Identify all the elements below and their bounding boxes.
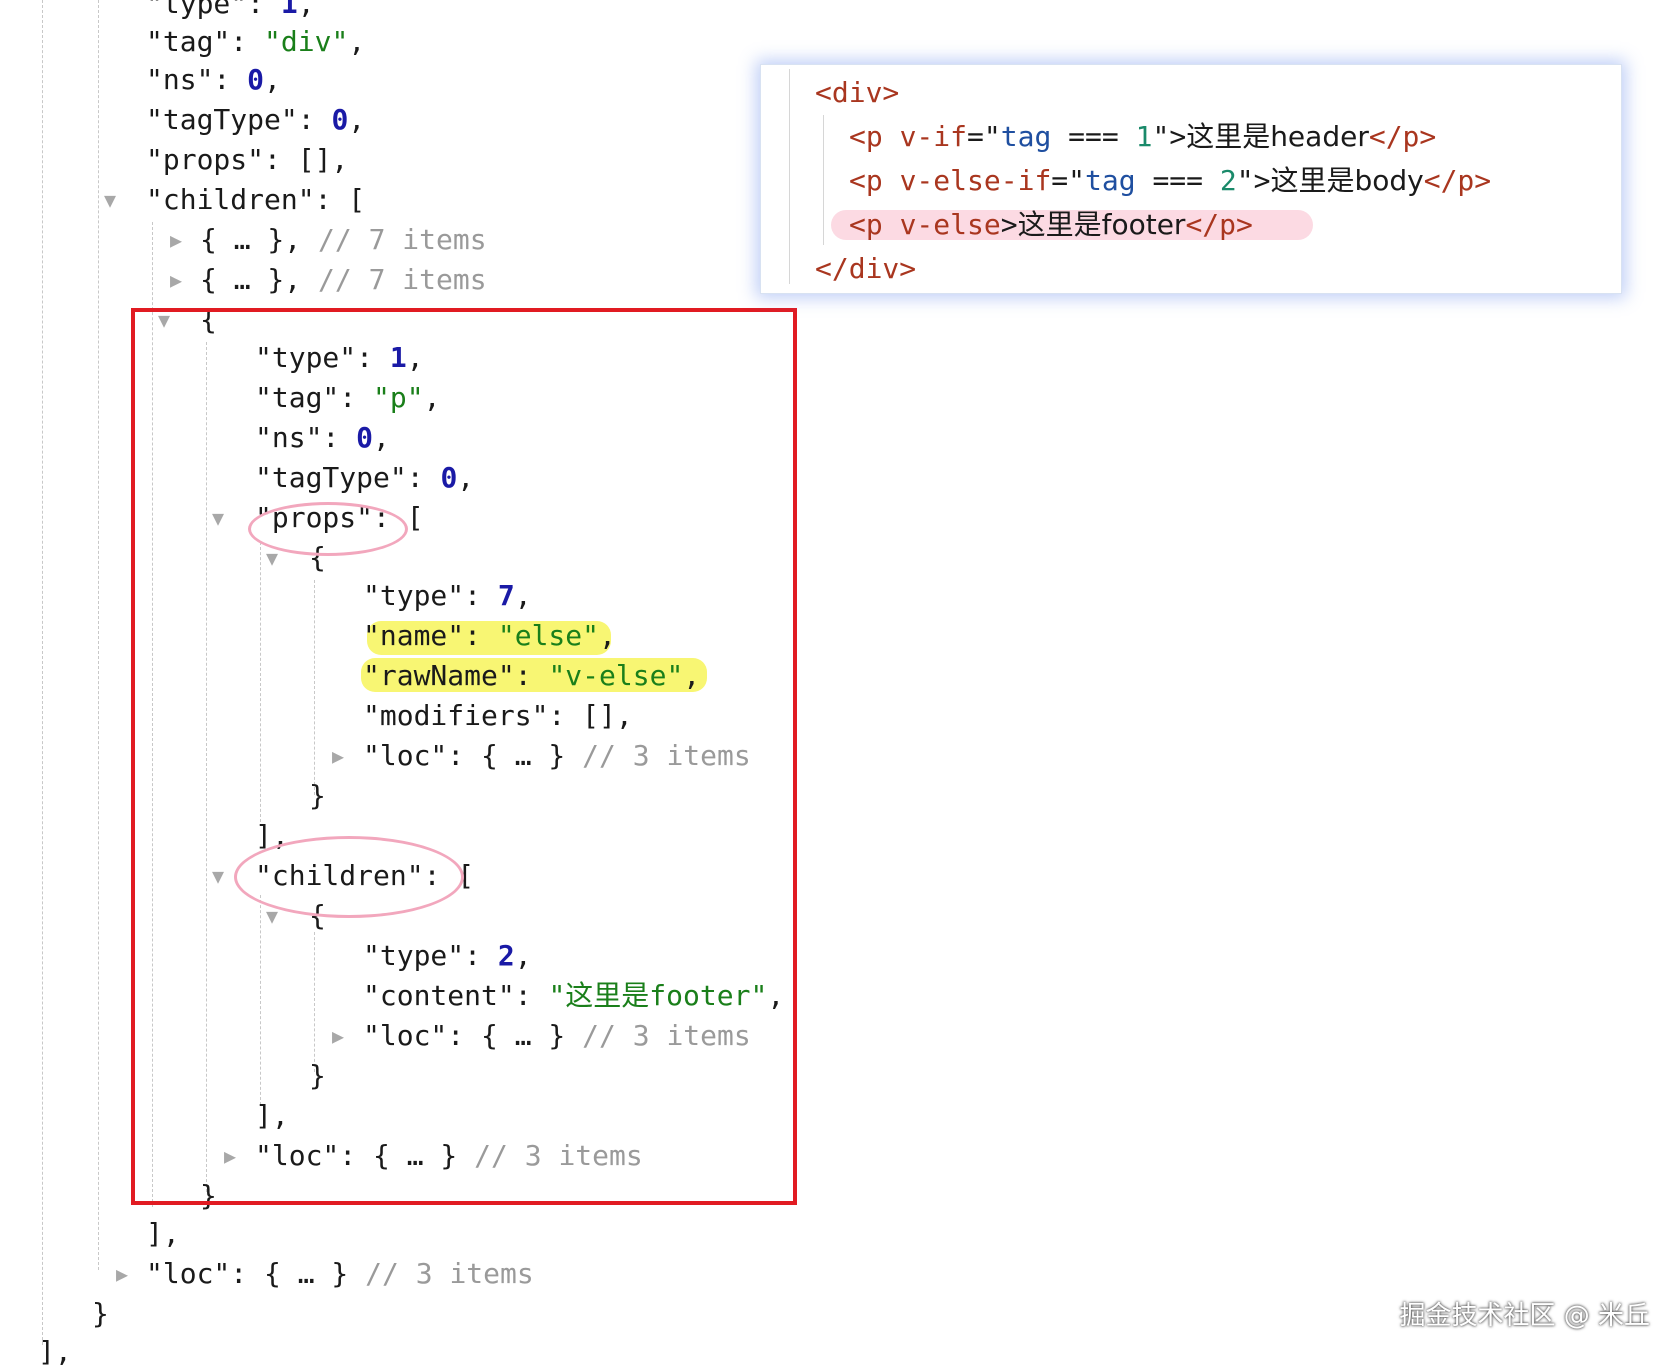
vue-token: =" [967,120,1001,153]
triangle-right-icon[interactable]: ▶ [110,1262,134,1286]
vue-code-line: <p v-else-if="tag === 2">这里是body</p> [849,161,1491,201]
json-token: , [264,63,281,96]
json-token: , [297,0,315,20]
json-line: { … }, // 7 items [200,260,487,300]
json-line: "loc": { … } // 3 items [146,1254,534,1294]
vue-token: tag [1000,120,1052,153]
vue-token: <div> [815,76,900,109]
json-token: 0 [331,103,349,136]
json-token: "children": [ [146,183,366,216]
vue-code-line: </div> [815,249,916,289]
json-token: "div" [264,25,349,58]
vue-token: v-if [899,120,968,153]
json-line: "children": [ [146,180,365,220]
json-line: "props": [], [146,140,348,180]
vue-token: <p [849,164,900,197]
triangle-down-icon[interactable]: ▼ [98,188,122,212]
vue-token: 2 [1219,164,1237,197]
json-token: , [348,103,366,136]
vue-code-line: <div> [815,73,899,113]
json-token: "tag": [146,25,265,58]
vue-token: 这里是footer [1017,208,1186,241]
json-line: "ns": 0, [146,60,281,100]
json-token: ], [146,1217,180,1250]
vue-token: <p [849,120,900,153]
json-token: "props": [], [146,143,349,176]
vue-token: "> [1152,120,1187,153]
json-line: "type": 1, [146,0,315,24]
json-token: { … }, [200,223,319,256]
children-circle-annotation [234,836,464,918]
json-line: ], [38,1332,72,1372]
vue-code-line: <p v-if="tag === 1">这里是header</p> [849,117,1436,157]
json-line: "tag": "div", [146,22,365,62]
vue-token: "> [1236,164,1271,197]
vue-guide-outer [789,69,790,284]
triangle-right-icon[interactable]: ▶ [164,228,188,252]
tree-guide-root [42,0,43,1345]
vue-guide-inner [823,115,824,245]
vue-token: v-else [899,208,1001,241]
json-line: { … }, // 7 items [200,220,487,260]
vue-token: === [1051,120,1136,153]
json-token: ], [38,1335,72,1368]
json-line: "tagType": 0, [146,100,365,140]
vue-token: === [1135,164,1220,197]
vue-token: </p> [1368,120,1437,153]
vue-token: 1 [1135,120,1153,153]
json-token: "type": [146,0,281,20]
vue-token: 这里是body [1270,164,1424,197]
vue-token: v-else-if [899,164,1052,197]
watermark: 掘金技术社区 @ 米丘 [1399,1301,1650,1331]
json-token: 1 [280,0,298,20]
json-line: } [92,1294,109,1334]
vue-token: tag [1085,164,1136,197]
json-token: // 3 items [365,1257,534,1290]
json-token: "tagType": [146,103,332,136]
vue-code-line: <p v-else>这里是footer</p> [849,205,1253,245]
vue-token: 这里是header [1186,120,1369,153]
vue-token: </p> [1423,164,1492,197]
json-token: "ns": [146,63,248,96]
vue-token: <p [849,208,900,241]
json-token: "loc": { … } [146,1257,366,1290]
json-token: // 7 items [318,263,487,296]
props-circle-annotation [248,502,408,556]
vue-token: =" [1051,164,1086,197]
json-token: // 7 items [318,223,487,256]
screenshot-stage: "type": 1, "tag": "div", "ns": 0, "tagType"… [0,0,1680,1368]
red-highlight-box [131,308,797,1205]
vue-template-panel: <div> <p v-if="tag === 1">这里是header</p> <p… [760,64,1622,294]
json-token: 0 [247,63,265,96]
json-token: } [92,1297,109,1330]
vue-token: > [1000,208,1018,241]
vue-token: </p> [1185,208,1253,241]
json-line: ], [146,1214,180,1254]
json-token: , [348,25,366,58]
triangle-right-icon[interactable]: ▶ [164,268,188,292]
vue-token: </div> [815,252,917,285]
json-token: { … }, [200,263,319,296]
